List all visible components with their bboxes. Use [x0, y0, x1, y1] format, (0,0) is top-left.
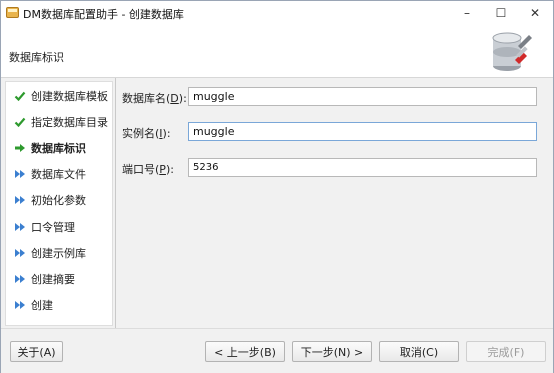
- sidebar-item-sample-db[interactable]: 创建示例库: [14, 244, 86, 262]
- sidebar-item-init-params[interactable]: 初始化参数: [14, 191, 86, 209]
- prev-button[interactable]: < 上一步(B): [205, 341, 285, 362]
- arrow-right-icon: [14, 142, 26, 154]
- title-bar[interactable]: DM数据库配置助手 - 创建数据库 – ☐ ✕: [1, 1, 553, 25]
- double-arrow-icon: [14, 273, 26, 285]
- double-arrow-icon: [14, 168, 26, 180]
- database-wrench-icon: [492, 32, 532, 71]
- instance-name-label: 实例名(I):: [122, 125, 171, 141]
- step-title: 数据库标识: [9, 51, 64, 64]
- window-title: DM数据库配置助手 - 创建数据库: [23, 8, 184, 21]
- sidebar-item-label: 口令管理: [31, 221, 75, 234]
- next-button[interactable]: 下一步(N) >: [292, 341, 372, 362]
- sidebar-item-label: 数据库标识: [31, 142, 86, 155]
- label-text: 实例名(: [122, 127, 160, 140]
- sidebar-item-password[interactable]: 口令管理: [14, 218, 75, 236]
- app-icon: [6, 7, 19, 18]
- instance-name-input[interactable]: [188, 122, 537, 141]
- db-name-label: 数据库名(D):: [122, 90, 187, 106]
- sidebar-item-label: 创建: [31, 299, 53, 312]
- port-label: 端口号(P):: [122, 161, 174, 177]
- sidebar-item-db-files[interactable]: 数据库文件: [14, 165, 86, 183]
- double-arrow-icon: [14, 194, 26, 206]
- finish-button[interactable]: 完成(F): [466, 341, 546, 362]
- check-icon: [14, 90, 26, 102]
- sidebar-item-create[interactable]: 创建: [14, 296, 53, 314]
- sidebar-item-db-identifier[interactable]: 数据库标识: [14, 139, 86, 157]
- minimize-button[interactable]: –: [451, 1, 483, 25]
- check-icon: [14, 116, 26, 128]
- step-header: 数据库标识: [1, 25, 553, 78]
- sidebar-item-label: 指定数据库目录: [31, 116, 108, 129]
- mnemonic: P: [159, 163, 166, 176]
- minimize-icon: –: [464, 6, 470, 20]
- dialog-window: DM数据库配置助手 - 创建数据库 – ☐ ✕ 数据库标识 创建数据库模板 指定…: [0, 0, 554, 373]
- label-text: 数据库名(: [122, 92, 171, 105]
- double-arrow-icon: [14, 221, 26, 233]
- cancel-button[interactable]: 取消(C): [379, 341, 459, 362]
- db-name-input[interactable]: [188, 87, 537, 106]
- content-divider: [115, 78, 116, 328]
- label-text: 端口号(: [122, 163, 160, 176]
- label-text: ):: [165, 163, 174, 176]
- sidebar-item-label: 数据库文件: [31, 168, 86, 181]
- port-input[interactable]: [188, 158, 537, 177]
- sidebar-item-db-template[interactable]: 创建数据库模板: [14, 87, 108, 105]
- about-button[interactable]: 关于(A): [10, 341, 63, 362]
- maximize-button[interactable]: ☐: [485, 1, 517, 25]
- sidebar-item-label: 创建摘要: [31, 273, 75, 286]
- maximize-icon: ☐: [495, 6, 507, 20]
- close-button[interactable]: ✕: [519, 1, 551, 25]
- sidebar-item-summary[interactable]: 创建摘要: [14, 270, 75, 288]
- double-arrow-icon: [14, 299, 26, 311]
- sidebar-item-label: 创建示例库: [31, 247, 86, 260]
- label-text: ):: [178, 92, 187, 105]
- double-arrow-icon: [14, 247, 26, 259]
- step-sidebar: 创建数据库模板 指定数据库目录 数据库标识 数据库文件 初始化参数 口令管理 创…: [5, 81, 113, 326]
- sidebar-item-label: 创建数据库模板: [31, 90, 108, 103]
- close-icon: ✕: [529, 6, 541, 20]
- sidebar-item-label: 初始化参数: [31, 194, 86, 207]
- sidebar-item-db-directory[interactable]: 指定数据库目录: [14, 113, 108, 131]
- label-text: ):: [162, 127, 171, 140]
- mnemonic: D: [170, 92, 179, 105]
